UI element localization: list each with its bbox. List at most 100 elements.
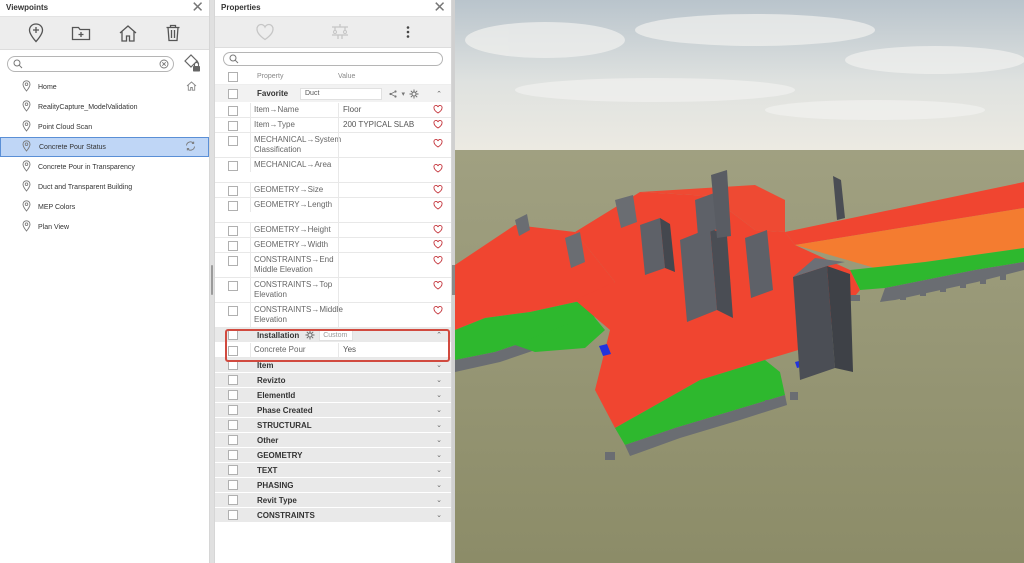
home-button[interactable] [118,24,138,42]
row-checkbox[interactable] [227,346,238,356]
add-viewpoint-button[interactable] [28,23,44,43]
group-checkbox[interactable] [227,88,238,99]
viewpoints-search-input[interactable] [25,57,157,70]
row-checkbox[interactable] [227,106,238,116]
group-label: Installation [257,330,300,340]
row-checkbox[interactable] [227,161,238,171]
group-checkbox[interactable] [227,330,238,340]
group-checkbox[interactable] [227,465,238,475]
group-phase-created[interactable]: Phase Created ⌄ [215,403,451,418]
chevron-down-icon[interactable]: ⌄ [436,391,442,399]
heart-icon [256,23,274,41]
select-all-checkbox[interactable] [227,71,238,82]
viewpoints-close-icon[interactable]: ✕ [191,0,204,16]
property-row[interactable]: GEOMETRY→Size [215,183,451,198]
viewpoint-item-duct-transparent[interactable]: Duct and Transparent Building [0,177,209,197]
group-checkbox[interactable] [227,390,238,400]
group-label: Favorite [257,89,289,98]
property-row[interactable]: Item→Type 200 TYPICAL SLAB [215,118,451,133]
chevron-down-icon[interactable]: ⌄ [436,451,442,459]
add-folder-button[interactable] [71,25,91,41]
viewpoint-label: Point Cloud Scan [38,123,93,131]
properties-search-box[interactable] [223,51,443,66]
group-label: Other [257,435,279,445]
chevron-down-icon[interactable]: ⌄ [436,496,442,504]
group-checkbox[interactable] [227,360,238,370]
favorite-set-tag[interactable]: Duct [300,87,382,100]
group-installation[interactable]: Installation Custom ⌃ [215,328,451,343]
row-checkbox[interactable] [227,186,238,196]
chevron-down-icon[interactable]: ⌄ [436,481,442,489]
add-folder-icon [71,26,91,41]
property-row[interactable]: CONSTRAINTS→Middle Elevation [215,303,451,328]
property-row[interactable]: CONSTRAINTS→Top Elevation [215,278,451,303]
property-row-concrete-pour[interactable]: Concrete Pour Yes [215,343,451,358]
viewpoints-search-box[interactable] [7,55,174,72]
chevron-down-icon[interactable]: ⌄ [436,466,442,474]
group-checkbox[interactable] [227,495,238,505]
property-row[interactable]: MECHANICAL→Area [215,158,451,183]
row-checkbox[interactable] [227,241,238,251]
properties-toolbar [215,17,451,48]
chevron-up-icon[interactable]: ⌃ [436,90,442,98]
group-revizto[interactable]: Revizto ⌄ [215,373,451,388]
chevron-up-icon[interactable]: ⌃ [436,331,442,339]
group-label: GEOMETRY [257,450,303,460]
property-row[interactable]: MECHANICAL→System Classification [215,133,451,158]
group-checkbox[interactable] [227,510,238,520]
delete-button[interactable] [165,24,181,42]
property-row[interactable]: Item→Name Floor [215,103,451,118]
group-checkbox[interactable] [227,435,238,445]
chevron-down-icon[interactable]: ⌄ [436,406,442,414]
group-checkbox[interactable] [227,480,238,490]
row-checkbox[interactable] [227,256,238,266]
chevron-down-icon[interactable]: ⌄ [436,361,442,369]
group-elementid[interactable]: ElementId ⌄ [215,388,451,403]
row-checkbox[interactable] [227,306,238,316]
caret-down-icon[interactable]: ▾ [401,90,405,98]
row-checkbox[interactable] [227,121,238,131]
group-favorite[interactable]: Favorite Duct ▾ ⌃ [215,85,451,103]
viewpoint-item-home[interactable]: Home [0,77,209,97]
group-checkbox[interactable] [227,420,238,430]
viewpoint-item-concrete-pour-transparency[interactable]: Concrete Pour in Transparency [0,157,209,177]
paint-lock-button[interactable] [182,53,202,75]
group-text[interactable]: TEXT ⌄ [215,463,451,478]
chevron-down-icon[interactable]: ⌄ [436,436,442,444]
row-checkbox[interactable] [227,136,238,146]
compare-button[interactable] [330,23,350,41]
viewpoint-item-realitycapture[interactable]: RealityCapture_ModelValidation [0,97,209,117]
group-revit-type[interactable]: Revit Type ⌄ [215,493,451,508]
favorites-button[interactable] [255,23,275,41]
property-row[interactable]: GEOMETRY→Width [215,238,451,253]
group-geometry[interactable]: GEOMETRY ⌄ [215,448,451,463]
group-checkbox[interactable] [227,375,238,385]
viewpoint-item-concrete-pour-status[interactable]: Concrete Pour Status [0,137,209,157]
group-other[interactable]: Other ⌄ [215,433,451,448]
property-row[interactable]: CONSTRAINTS→End Middle Elevation [215,253,451,278]
properties-search-input[interactable] [241,52,426,65]
row-checkbox[interactable] [227,226,238,236]
chevron-down-icon[interactable]: ⌄ [436,376,442,384]
viewpoint-item-mep-colors[interactable]: MEP Colors [0,197,209,217]
viewpoint-item-plan-view[interactable]: Plan View [0,217,209,237]
row-checkbox[interactable] [227,281,238,291]
group-checkbox[interactable] [227,405,238,415]
group-phasing[interactable]: PHASING ⌄ [215,478,451,493]
chevron-down-icon[interactable]: ⌄ [436,511,442,519]
row-checkbox[interactable] [227,201,238,211]
properties-close-icon[interactable]: ✕ [433,0,446,16]
more-options-button[interactable] [405,25,411,39]
splitter-grip[interactable] [211,265,213,295]
property-row[interactable]: GEOMETRY→Length [215,198,451,223]
group-structural[interactable]: STRUCTURAL ⌄ [215,418,451,433]
group-item[interactable]: Item ⌄ [215,358,451,373]
3d-viewport[interactable] [455,0,1024,563]
chevron-down-icon[interactable]: ⌄ [436,421,442,429]
group-checkbox[interactable] [227,450,238,460]
group-constraints[interactable]: CONSTRAINTS ⌄ [215,508,451,523]
viewpoint-item-point-cloud[interactable]: Point Cloud Scan [0,117,209,137]
heart-icon [433,256,443,265]
viewpoint-label: RealityCapture_ModelValidation [38,103,138,111]
property-row[interactable]: GEOMETRY→Height [215,223,451,238]
